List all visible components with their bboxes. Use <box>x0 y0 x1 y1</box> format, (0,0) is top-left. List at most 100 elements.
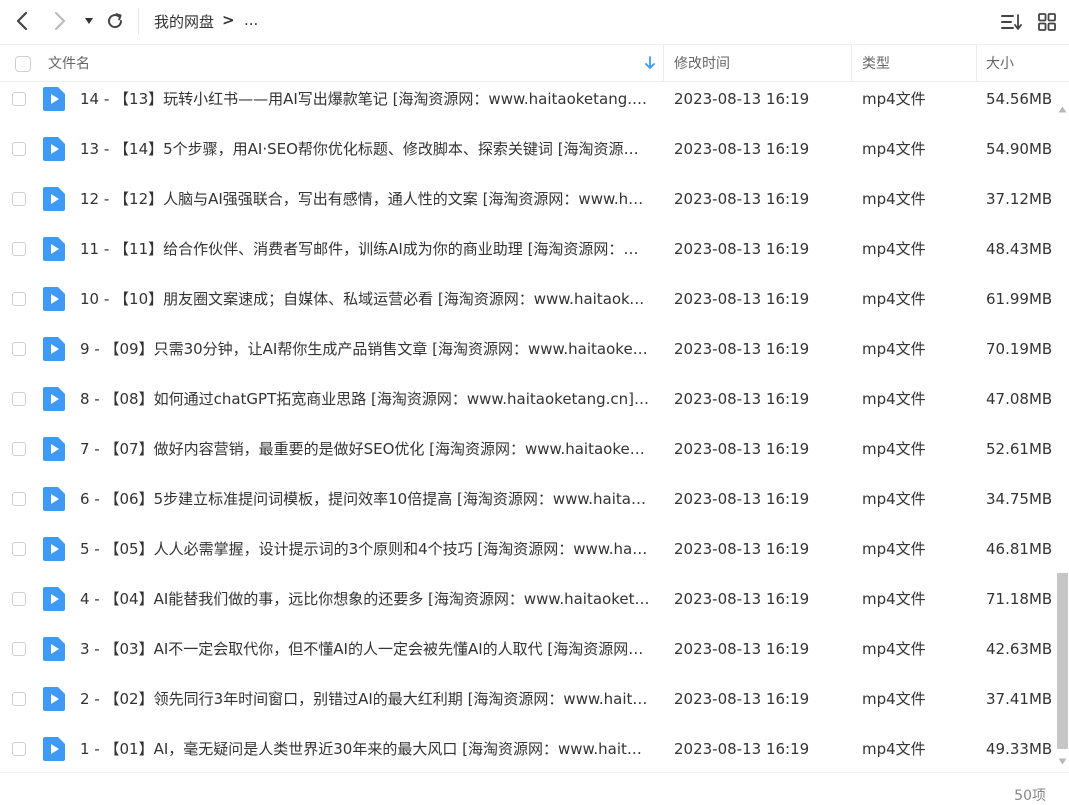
row-checkbox[interactable] <box>12 692 26 706</box>
sort-button[interactable] <box>1000 11 1024 33</box>
item-count: 50项 <box>1014 788 1046 804</box>
select-all-checkbox[interactable] <box>15 56 31 72</box>
video-file-icon <box>43 387 65 411</box>
refresh-button[interactable] <box>103 9 127 33</box>
file-row[interactable]: 7 - 【07】做好内容营销，最重要的是做好SEO优化 [海淘资源网：www.h… <box>0 424 1056 474</box>
file-type: mp4文件 <box>862 190 926 208</box>
file-row[interactable]: 11 - 【11】给合作伙伴、消费者写邮件，训练AI成为你的商业助理 [海淘资源… <box>0 224 1056 274</box>
grid-view-button[interactable] <box>1036 11 1058 33</box>
file-name[interactable]: 5 - 【05】人人必需掌握，设计提示词的3个原则和4个技巧 [海淘资源网：ww… <box>80 524 650 574</box>
row-checkbox[interactable] <box>12 292 26 306</box>
file-modified: 2023-08-13 16:19 <box>674 590 810 608</box>
file-row[interactable]: 5 - 【05】人人必需掌握，设计提示词的3个原则和4个技巧 [海淘资源网：ww… <box>0 524 1056 574</box>
file-modified: 2023-08-13 16:19 <box>674 490 810 508</box>
file-name[interactable]: 1 - 【01】AI，毫无疑问是人类世界近30年来的最大风口 [海淘资源网：ww… <box>80 724 650 774</box>
forward-button[interactable] <box>48 9 72 33</box>
file-size: 34.75MB <box>986 490 1053 508</box>
file-type: mp4文件 <box>862 640 926 658</box>
file-type: mp4文件 <box>862 540 926 558</box>
file-size: 49.33MB <box>986 740 1053 758</box>
file-modified: 2023-08-13 16:19 <box>674 240 810 258</box>
file-name[interactable]: 2 - 【02】领先同行3年时间窗口，别错过AI的最大红利期 [海淘资源网：ww… <box>80 674 650 724</box>
video-file-icon <box>43 737 65 761</box>
file-name[interactable]: 11 - 【11】给合作伙伴、消费者写邮件，训练AI成为你的商业助理 [海淘资源… <box>80 224 650 274</box>
row-checkbox[interactable] <box>12 342 26 356</box>
row-checkbox[interactable] <box>12 542 26 556</box>
video-file-icon <box>43 487 65 511</box>
row-checkbox[interactable] <box>12 592 26 606</box>
video-file-icon <box>43 137 65 161</box>
file-type: mp4文件 <box>862 140 926 158</box>
file-name[interactable]: 14 - 【13】玩转小红书——用AI写出爆款笔记 [海淘资源网：www.hai… <box>80 74 650 124</box>
file-name[interactable]: 9 - 【09】只需30分钟，让AI帮你生成产品销售文章 [海淘资源网：www.… <box>80 324 650 374</box>
grid-icon <box>1038 13 1056 31</box>
file-row[interactable]: 14 - 【13】玩转小红书——用AI写出爆款笔记 [海淘资源网：www.hai… <box>0 74 1056 124</box>
file-type: mp4文件 <box>862 390 926 408</box>
file-name[interactable]: 8 - 【08】如何通过chatGPT拓宽商业思路 [海淘资源网：www.hai… <box>80 374 650 424</box>
video-file-icon <box>43 237 65 261</box>
file-name[interactable]: 7 - 【07】做好内容营销，最重要的是做好SEO优化 [海淘资源网：www.h… <box>80 424 650 474</box>
row-checkbox[interactable] <box>12 392 26 406</box>
row-checkbox[interactable] <box>12 492 26 506</box>
file-name[interactable]: 13 - 【14】5个步骤，用AI·SEO帮你优化标题、修改脚本、探索关键词 [… <box>80 124 650 174</box>
row-checkbox[interactable] <box>12 192 26 206</box>
breadcrumb-more[interactable]: ... <box>244 11 258 29</box>
file-row[interactable]: 10 - 【10】朋友圈文案速成；自媒体、私域运营必看 [海淘资源网：www.h… <box>0 274 1056 324</box>
chevron-left-icon <box>16 11 28 31</box>
file-row[interactable]: 4 - 【04】AI能替我们做的事，远比你想象的还要多 [海淘资源网：www.h… <box>0 574 1056 624</box>
file-modified: 2023-08-13 16:19 <box>674 340 810 358</box>
history-dropdown-button[interactable] <box>82 12 96 30</box>
file-size: 42.63MB <box>986 640 1053 658</box>
scroll-down-arrow-icon[interactable] <box>1058 758 1067 765</box>
scroll-up-arrow-icon[interactable] <box>1058 106 1067 113</box>
row-checkbox[interactable] <box>12 142 26 156</box>
file-size: 37.12MB <box>986 190 1053 208</box>
file-row[interactable]: 1 - 【01】AI，毫无疑问是人类世界近30年来的最大风口 [海淘资源网：ww… <box>0 724 1056 774</box>
file-row[interactable]: 6 - 【06】5步建立标准提问词模板，提问效率10倍提高 [海淘资源网：www… <box>0 474 1056 524</box>
file-type: mp4文件 <box>862 340 926 358</box>
file-row[interactable]: 13 - 【14】5个步骤，用AI·SEO帮你优化标题、修改脚本、探索关键词 [… <box>0 124 1056 174</box>
file-type: mp4文件 <box>862 290 926 308</box>
back-button[interactable] <box>10 9 34 33</box>
file-size: 47.08MB <box>986 390 1053 408</box>
file-size: 52.61MB <box>986 440 1053 458</box>
row-checkbox[interactable] <box>12 442 26 456</box>
video-file-icon <box>43 87 65 111</box>
file-modified: 2023-08-13 16:19 <box>674 640 810 658</box>
file-row[interactable]: 3 - 【03】AI不一定会取代你，但不懂AI的人一定会被先懂AI的人取代 [海… <box>0 624 1056 674</box>
file-modified: 2023-08-13 16:19 <box>674 740 810 758</box>
scrollbar-thumb[interactable] <box>1057 573 1068 749</box>
file-type: mp4文件 <box>862 240 926 258</box>
file-name[interactable]: 6 - 【06】5步建立标准提问词模板，提问效率10倍提高 [海淘资源网：www… <box>80 474 650 524</box>
file-name[interactable]: 4 - 【04】AI能替我们做的事，远比你想象的还要多 [海淘资源网：www.h… <box>80 574 650 624</box>
row-checkbox[interactable] <box>12 242 26 256</box>
file-row[interactable]: 12 - 【12】人脑与AI强强联合，写出有感情，通人性的文案 [海淘资源网：w… <box>0 174 1056 224</box>
file-name[interactable]: 3 - 【03】AI不一定会取代你，但不懂AI的人一定会被先懂AI的人取代 [海… <box>80 624 650 674</box>
file-type: mp4文件 <box>862 590 926 608</box>
toolbar-divider <box>138 8 139 34</box>
file-row[interactable]: 8 - 【08】如何通过chatGPT拓宽商业思路 [海淘资源网：www.hai… <box>0 374 1056 424</box>
file-name[interactable]: 12 - 【12】人脑与AI强强联合，写出有感情，通人性的文案 [海淘资源网：w… <box>80 174 650 224</box>
file-row[interactable]: 2 - 【02】领先同行3年时间窗口，别错过AI的最大红利期 [海淘资源网：ww… <box>0 674 1056 724</box>
video-file-icon <box>43 637 65 661</box>
video-file-icon <box>43 537 65 561</box>
file-name[interactable]: 10 - 【10】朋友圈文案速成；自媒体、私域运营必看 [海淘资源网：www.h… <box>80 274 650 324</box>
file-modified: 2023-08-13 16:19 <box>674 90 810 108</box>
toolbar: 我的网盘 > ... <box>0 0 1069 44</box>
breadcrumb-root[interactable]: 我的网盘 <box>154 11 214 32</box>
video-file-icon <box>43 437 65 461</box>
file-modified: 2023-08-13 16:19 <box>674 690 810 708</box>
row-checkbox[interactable] <box>12 92 26 106</box>
file-row[interactable]: 9 - 【09】只需30分钟，让AI帮你生成产品销售文章 [海淘资源网：www.… <box>0 324 1056 374</box>
file-size: 37.41MB <box>986 690 1053 708</box>
row-checkbox[interactable] <box>12 742 26 756</box>
row-checkbox[interactable] <box>12 642 26 656</box>
video-file-icon <box>43 287 65 311</box>
file-modified: 2023-08-13 16:19 <box>674 140 810 158</box>
file-modified: 2023-08-13 16:19 <box>674 390 810 408</box>
file-modified: 2023-08-13 16:19 <box>674 190 810 208</box>
refresh-icon <box>108 13 123 29</box>
file-size: 70.19MB <box>986 340 1053 358</box>
chevron-right-icon <box>54 11 66 31</box>
file-size: 71.18MB <box>986 590 1053 608</box>
